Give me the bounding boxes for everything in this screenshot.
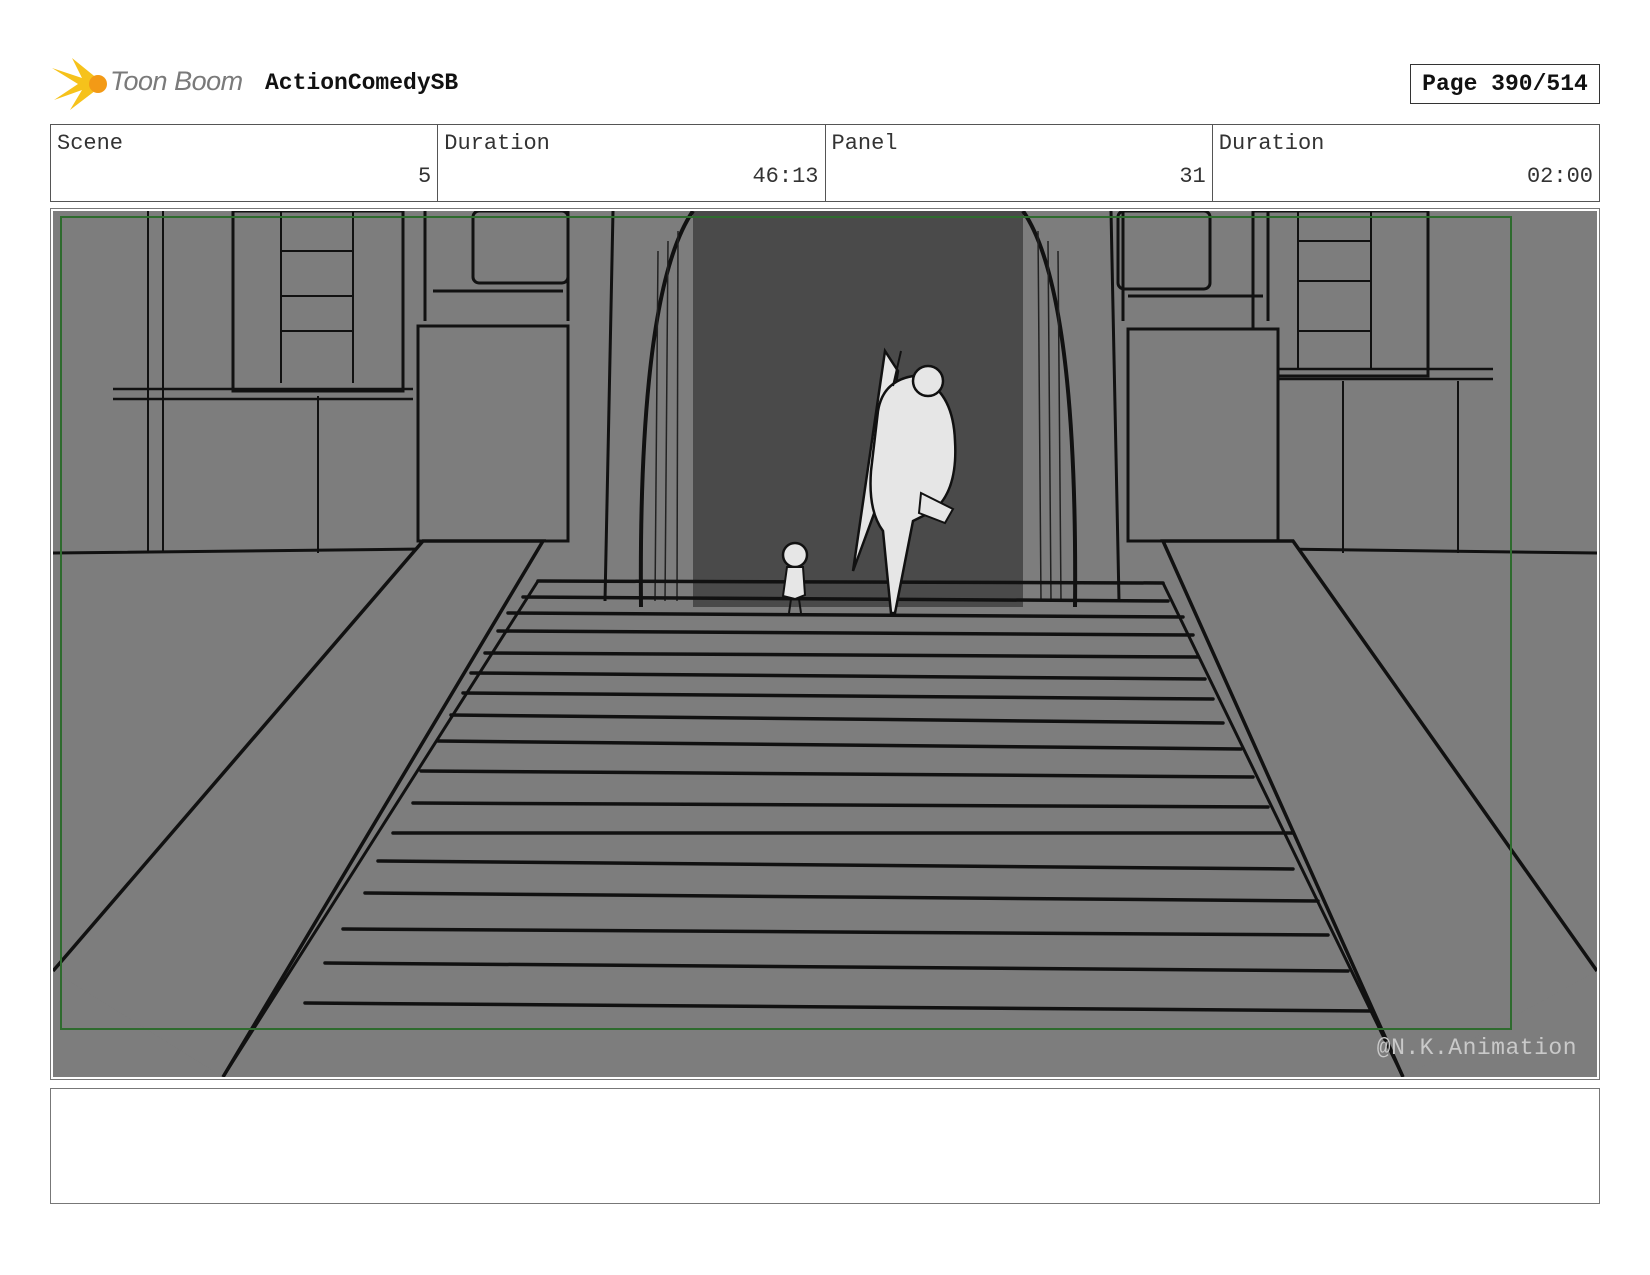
toon-boom-logo: Toon Boom xyxy=(52,56,257,112)
scene-duration-cell: Duration 46:13 xyxy=(438,125,826,201)
scene-cell: Scene 5 xyxy=(51,125,439,201)
panel-label: Panel xyxy=(831,131,898,156)
panel-info-table: Scene 5 Duration 46:13 Panel 31 Duration… xyxy=(50,124,1600,202)
notes-box xyxy=(50,1088,1600,1204)
scene-value: 5 xyxy=(418,164,432,189)
scene-label: Scene xyxy=(57,131,124,156)
storyboard-panel: @N.K.Animation xyxy=(50,208,1600,1080)
scene-duration-label: Duration xyxy=(444,131,550,156)
panel-value: 31 xyxy=(1179,164,1206,189)
panel-sketch xyxy=(53,211,1597,1077)
panel-duration-label: Duration xyxy=(1218,131,1325,156)
scene-duration-value: 46:13 xyxy=(752,164,819,189)
project-title: ActionComedySB xyxy=(265,70,459,96)
watermark: @N.K.Animation xyxy=(1376,1035,1577,1061)
panel-duration-cell: Duration 02:00 xyxy=(1213,125,1599,201)
logo-wordmark: Toon Boom xyxy=(110,66,243,96)
panel-duration-value: 02:00 xyxy=(1526,164,1593,189)
page-indicator: Page 390/514 xyxy=(1410,64,1600,104)
panel-cell: Panel 31 xyxy=(826,125,1213,201)
starburst-icon xyxy=(52,58,107,110)
